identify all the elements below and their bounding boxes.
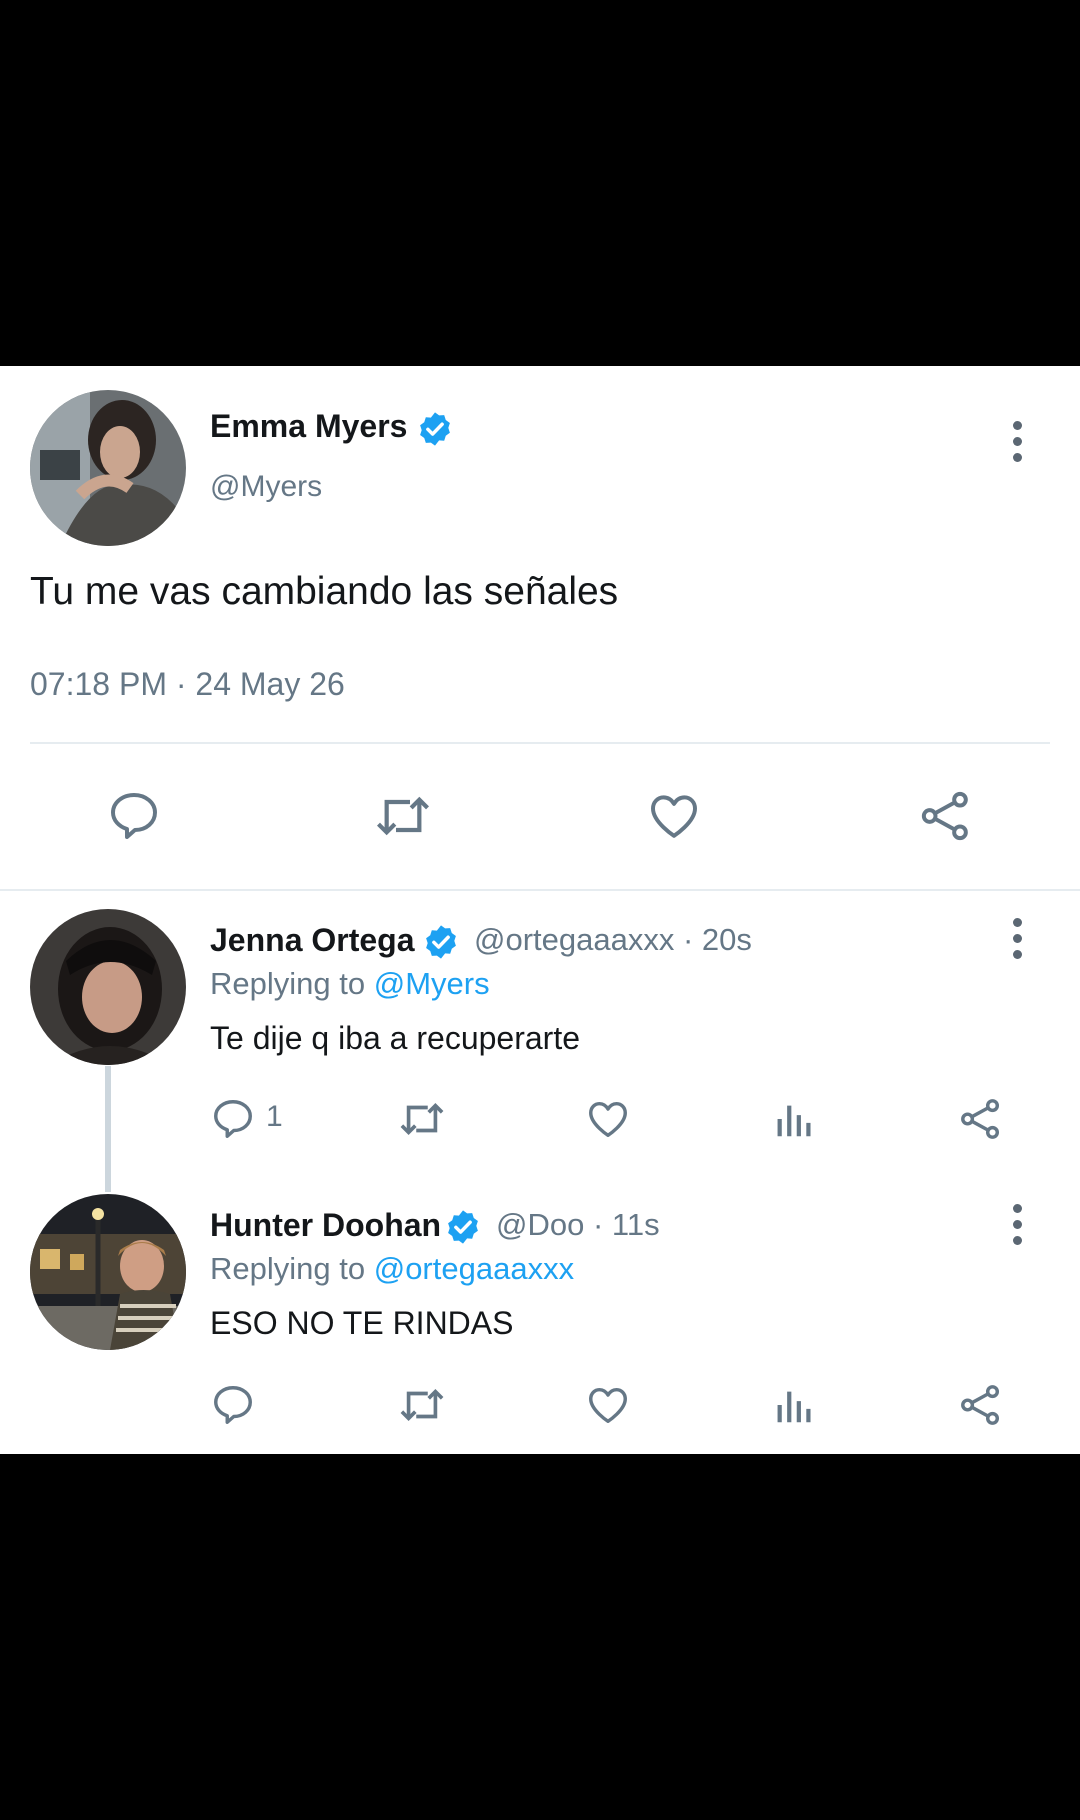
comment-icon[interactable] <box>104 788 164 844</box>
tweet-text: Te dije q iba a recuperarte <box>210 1020 580 1056</box>
retweet-icon[interactable] <box>370 788 436 844</box>
thread-line <box>105 1066 111 1192</box>
analytics-icon[interactable] <box>772 1096 818 1142</box>
like-icon[interactable] <box>584 1382 632 1428</box>
tweet-timestamp: 07:18 PM · 24 May 26 <box>30 666 345 702</box>
analytics-icon[interactable] <box>772 1382 818 1428</box>
tweet-card: Emma Myers @Myers Tu me vas cambiando la… <box>0 366 1080 1454</box>
author-name[interactable]: Hunter Doohan <box>210 1207 441 1244</box>
author-name[interactable]: Jenna Ortega <box>210 922 415 959</box>
avatar[interactable] <box>30 1194 186 1350</box>
author-handle[interactable]: @ortegaaaxxx · 20s <box>474 922 752 958</box>
share-icon[interactable] <box>916 788 976 844</box>
verified-badge-icon <box>422 923 460 966</box>
comment-icon[interactable] <box>210 1096 256 1142</box>
author-name[interactable]: Emma Myers <box>210 408 407 445</box>
more-options-icon[interactable] <box>1011 918 1023 966</box>
retweet-icon[interactable] <box>396 1096 448 1142</box>
verified-badge-icon <box>416 410 454 453</box>
mention-link[interactable]: @Myers <box>374 966 490 1001</box>
verified-badge-icon <box>444 1208 482 1251</box>
replying-to-label: Replying to <box>210 1251 374 1286</box>
avatar[interactable] <box>30 390 186 546</box>
divider <box>0 889 1080 891</box>
more-options-icon[interactable] <box>1011 1204 1023 1252</box>
reply-count: 1 <box>266 1100 283 1133</box>
share-icon[interactable] <box>958 1382 1004 1428</box>
retweet-icon[interactable] <box>396 1382 448 1428</box>
tweet-text: Tu me vas cambiando las señales <box>30 570 619 613</box>
tweet-text: ESO NO TE RINDAS <box>210 1305 514 1341</box>
divider <box>30 742 1050 744</box>
share-icon[interactable] <box>958 1096 1004 1142</box>
like-icon[interactable] <box>584 1096 632 1142</box>
replying-to: Replying to @ortegaaaxxx <box>210 1251 574 1287</box>
replying-to: Replying to @Myers <box>210 966 490 1002</box>
mention-link[interactable]: @ortegaaaxxx <box>374 1251 574 1286</box>
author-handle[interactable]: @Myers <box>210 470 322 504</box>
comment-icon[interactable] <box>210 1382 256 1428</box>
avatar[interactable] <box>30 909 186 1065</box>
more-options-icon[interactable] <box>1011 421 1023 469</box>
author-handle[interactable]: @Doo · 11s <box>496 1207 660 1243</box>
replying-to-label: Replying to <box>210 966 374 1001</box>
like-icon[interactable] <box>644 788 704 844</box>
